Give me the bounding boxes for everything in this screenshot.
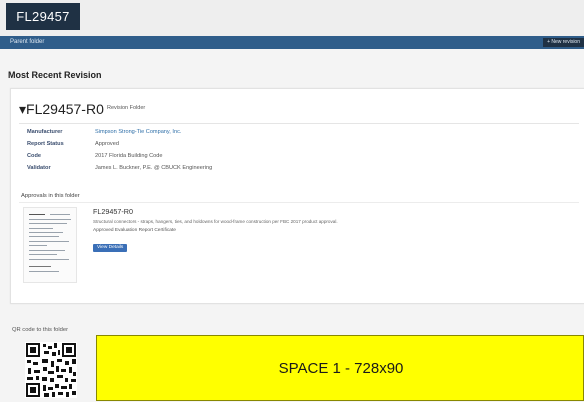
thumb-line [29, 254, 57, 255]
property-row: Manufacturer Simpson Strong-Tie Company,… [27, 129, 584, 138]
thumb-line [50, 214, 70, 215]
new-revision-button[interactable]: + New revision [543, 38, 584, 47]
revision-badge: Revision Folder [107, 105, 146, 111]
property-value: 2017 Florida Building Code [95, 153, 163, 159]
revision-title[interactable]: ▾FL29457-R0 [19, 101, 104, 118]
thumb-line [29, 214, 45, 215]
property-value: James L. Buckner, P.E. @ CBUCK Engineeri… [95, 165, 213, 171]
qr-code-icon [25, 342, 77, 398]
thumb-line [29, 232, 63, 233]
thumb-line [29, 266, 51, 267]
approvals-divider [19, 202, 579, 203]
property-row: Code 2017 Florida Building Code [27, 153, 584, 162]
document-name[interactable]: FL29457-R0 [93, 207, 583, 216]
property-value: Approved [95, 141, 119, 147]
parent-folder-link[interactable]: Parent folder [10, 36, 44, 49]
thumb-line [29, 259, 69, 260]
properties-list: Manufacturer Simpson Strong-Tie Company,… [27, 129, 584, 177]
revision-title-text: FL29457-R0 [26, 101, 104, 117]
property-row: Report Status Approved [27, 141, 584, 150]
caret-down-icon[interactable]: ▾ [19, 101, 26, 117]
thumb-line [29, 250, 65, 251]
property-label: Manufacturer [27, 129, 63, 135]
revision-divider [19, 123, 579, 124]
top-bar: FL29457 [0, 0, 584, 36]
document-thumbnail[interactable] [23, 207, 77, 283]
document-meta: Approved Evaluation Report Certificate [93, 228, 176, 233]
approvals-title: Approvals in this folder [21, 193, 80, 199]
revision-card: ▾FL29457-R0 Revision Folder Manufacturer… [10, 88, 584, 304]
property-row: Validator James L. Buckner, P.E. @ CBUCK… [27, 165, 584, 174]
nav-bar: Parent folder + New revision [0, 36, 584, 49]
thumb-line [29, 241, 69, 242]
thumb-line [29, 236, 59, 237]
thumb-line [29, 271, 59, 272]
section-title: Most Recent Revision [8, 70, 102, 80]
ad-space-text: SPACE 1 - 728x90 [278, 360, 404, 377]
view-details-button[interactable]: View Details [93, 244, 128, 252]
qr-label: QR code to this folder [12, 327, 69, 333]
ad-space-banner[interactable]: SPACE 1 - 728x90 [96, 335, 584, 401]
property-label: Report Status [27, 141, 64, 147]
site-logo[interactable]: FL29457 [6, 3, 80, 30]
property-label: Code [27, 153, 41, 159]
thumb-line [29, 223, 67, 224]
qr-code-graphic [25, 342, 77, 398]
thumb-line [29, 219, 71, 220]
document-info: FL29457-R0 Structural connectors - strap… [93, 207, 583, 252]
thumb-line [29, 228, 53, 229]
document-description: Structural connectors - straps, hangers,… [93, 219, 338, 224]
thumb-line [29, 245, 47, 246]
manufacturer-link[interactable]: Simpson Strong-Tie Company, Inc. [95, 129, 181, 135]
property-label: Validator [27, 165, 51, 171]
